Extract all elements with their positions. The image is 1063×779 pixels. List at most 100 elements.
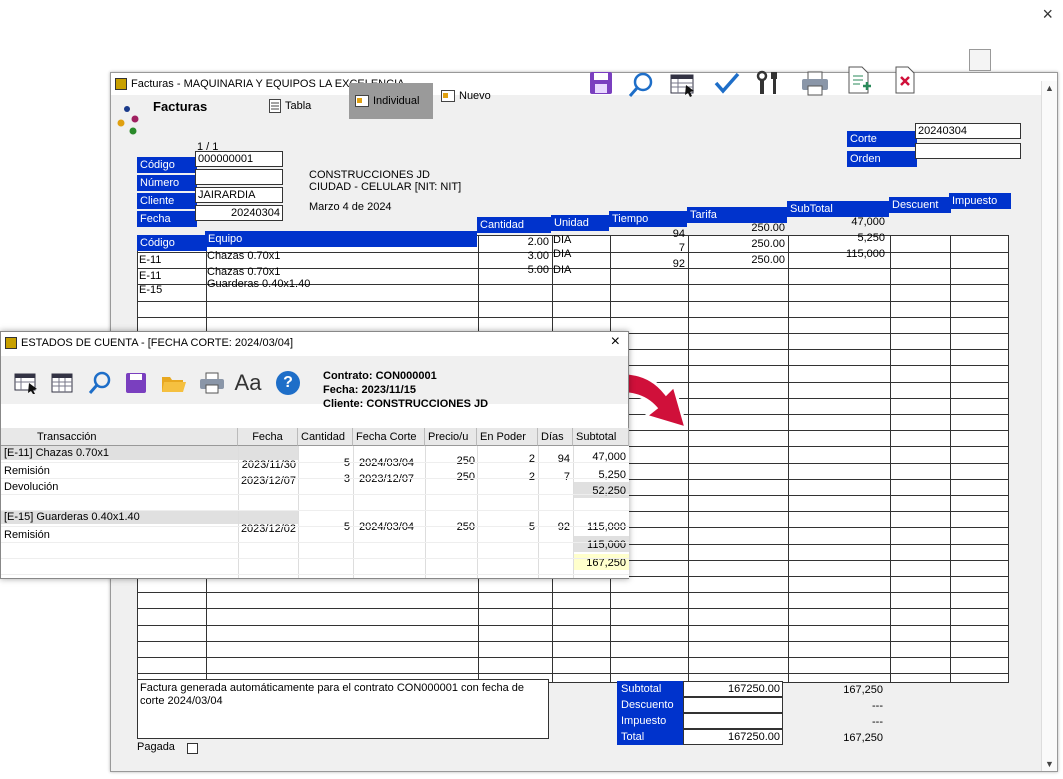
table-select-icon[interactable] bbox=[11, 368, 41, 398]
estados-titlebar: ESTADOS DE CUENTA - [FECHA CORTE: 2024/0… bbox=[1, 332, 628, 354]
save-icon[interactable] bbox=[585, 67, 617, 99]
vertical-scrollbar[interactable]: ▲ ▼ bbox=[1041, 81, 1057, 771]
save-icon[interactable] bbox=[121, 368, 151, 398]
estados-close-button[interactable]: × bbox=[611, 333, 620, 351]
print-icon[interactable] bbox=[799, 67, 831, 99]
search-icon[interactable] bbox=[85, 368, 115, 398]
app-icon bbox=[115, 78, 127, 90]
numero-label: Número bbox=[137, 175, 197, 191]
tab-tabla[interactable]: Tabla bbox=[269, 95, 339, 117]
row3-tarifa: 250.00 bbox=[751, 254, 785, 266]
check-icon[interactable] bbox=[711, 67, 743, 99]
pagada-label: Pagada bbox=[137, 741, 175, 753]
g1r1-cantidad: 5 bbox=[343, 457, 350, 469]
estados-toolbar: Aa ? Contrato: CON000001 Fecha: 2023/11/… bbox=[1, 356, 628, 410]
g1r2-poder: 2 bbox=[528, 471, 535, 483]
col-unidad: Unidad bbox=[551, 215, 609, 231]
estado-fecha-value: 2023/11/15 bbox=[361, 384, 416, 396]
scroll-down-icon[interactable]: ▼ bbox=[1045, 759, 1054, 769]
new-document-icon[interactable] bbox=[843, 65, 875, 97]
maximize-box[interactable] bbox=[969, 49, 991, 71]
row1-subtotal: 47,000 bbox=[851, 216, 885, 228]
ecol-precio: Precio/u bbox=[425, 428, 477, 446]
estados-app-icon bbox=[5, 337, 17, 349]
list-icon bbox=[269, 99, 281, 113]
ecol-transaccion: Transacción bbox=[1, 428, 238, 446]
client-name: CONSTRUCCIONES JD bbox=[309, 169, 431, 181]
facturas-logo-icon bbox=[117, 103, 145, 135]
outer-close-button[interactable]: × bbox=[1042, 4, 1053, 25]
new-form-icon bbox=[441, 90, 455, 102]
estados-cuenta-window: ESTADOS DE CUENTA - [FECHA CORTE: 2024/0… bbox=[0, 331, 629, 579]
g2r1-subtotal: 115,000 bbox=[587, 521, 626, 533]
scroll-up-icon[interactable]: ▲ bbox=[1045, 83, 1054, 93]
estado-cliente-value: CONSTRUCCIONES JD bbox=[366, 398, 489, 410]
col-impuesto: Impuesto bbox=[949, 193, 1011, 209]
cliente-field[interactable]: JAIRARDIA bbox=[195, 187, 283, 203]
tab-nuevo-label: Nuevo bbox=[459, 90, 491, 102]
grid-icon[interactable] bbox=[47, 368, 77, 398]
fecha-line: Fecha: 2023/11/15 bbox=[323, 384, 416, 396]
cliente-label: Cliente bbox=[137, 193, 197, 209]
estado-table[interactable]: Transacción Fecha Cantidad Fecha Corte P… bbox=[1, 428, 629, 578]
row2-tarifa: 250.00 bbox=[751, 238, 785, 250]
codigo-label: Código bbox=[137, 157, 197, 173]
ecol-cantidad: Cantidad bbox=[298, 428, 353, 446]
col-codigo: Código bbox=[137, 235, 207, 251]
row3-equipo: Guarderas 0.40x1.40 bbox=[207, 278, 311, 290]
tools-icon[interactable] bbox=[753, 67, 785, 99]
font-button[interactable]: Aa bbox=[233, 368, 263, 398]
search-icon[interactable] bbox=[625, 69, 657, 101]
g2r1-cantidad: 5 bbox=[343, 521, 350, 533]
orden-field[interactable] bbox=[915, 143, 1021, 159]
descuento-value bbox=[683, 697, 783, 713]
ecol-subtotal: Subtotal bbox=[573, 428, 629, 446]
g1r1-poder: 2 bbox=[528, 453, 535, 465]
ecol-dias: Días bbox=[538, 428, 573, 446]
row3-tiempo: 92 bbox=[672, 258, 685, 270]
g1r2-cantidad: 3 bbox=[343, 473, 350, 485]
codigo-field[interactable]: 000000001 bbox=[195, 151, 283, 167]
g2r1-dias: 92 bbox=[557, 521, 570, 533]
row3-subtotal: 115,000 bbox=[846, 248, 885, 260]
g1r1-tx: Remisión bbox=[4, 465, 50, 477]
tab-individual[interactable]: Individual bbox=[349, 83, 433, 119]
delete-document-icon[interactable] bbox=[889, 65, 921, 97]
row3-cantidad: 5.00 bbox=[527, 264, 549, 276]
tab-nuevo[interactable]: Nuevo bbox=[441, 85, 511, 107]
fecha-field[interactable]: 20240304 bbox=[195, 205, 283, 221]
g1r2-tx: Devolución bbox=[4, 481, 59, 493]
descuento-label: Descuento bbox=[617, 697, 683, 713]
row3-codigo: E-15 bbox=[139, 284, 163, 296]
help-button[interactable]: ? bbox=[273, 368, 303, 398]
col-descuento: Descuent bbox=[889, 197, 951, 213]
section-title: Facturas bbox=[153, 99, 208, 114]
corte-field[interactable]: 20240304 bbox=[915, 123, 1021, 139]
estado-fecha-label: Fecha: bbox=[323, 384, 359, 396]
row2-cantidad: 3.00 bbox=[527, 250, 549, 262]
col-equipo: Equipo bbox=[205, 231, 477, 247]
numero-field[interactable] bbox=[195, 169, 283, 185]
folder-icon[interactable] bbox=[159, 368, 189, 398]
g1r2-corte: 2023/12/07 bbox=[359, 473, 415, 485]
subtotal-formatted: 167,250 bbox=[843, 684, 883, 696]
group2-header: [E-15] Guarderas 0.40x1.40 bbox=[4, 511, 140, 523]
estado-cliente-label: Cliente: bbox=[323, 398, 364, 410]
ecol-fecha: Fecha bbox=[238, 428, 298, 446]
table-select-icon[interactable] bbox=[667, 69, 699, 101]
print-icon[interactable] bbox=[197, 368, 227, 398]
row2-unidad: DIA bbox=[553, 248, 572, 260]
row1-unidad: DIA bbox=[553, 234, 572, 246]
form-icon bbox=[355, 95, 369, 107]
pagada-checkbox[interactable] bbox=[187, 743, 198, 754]
invoice-date-text: Marzo 4 de 2024 bbox=[309, 201, 392, 213]
impuesto-formatted: --- bbox=[872, 716, 883, 728]
g1r1-fecha: 2023/11/30 bbox=[241, 459, 296, 471]
note-textarea[interactable]: Factura generada automáticamente para el… bbox=[137, 679, 549, 739]
g2r1-tx: Remisión bbox=[4, 529, 50, 541]
cliente-line: Cliente: CONSTRUCCIONES JD bbox=[323, 398, 488, 410]
g2r1-corte: 2024/03/04 bbox=[359, 521, 415, 533]
corte-label: Corte bbox=[847, 131, 917, 147]
ecol-fecha-corte: Fecha Corte bbox=[353, 428, 425, 446]
impuesto-label: Impuesto bbox=[617, 713, 683, 729]
